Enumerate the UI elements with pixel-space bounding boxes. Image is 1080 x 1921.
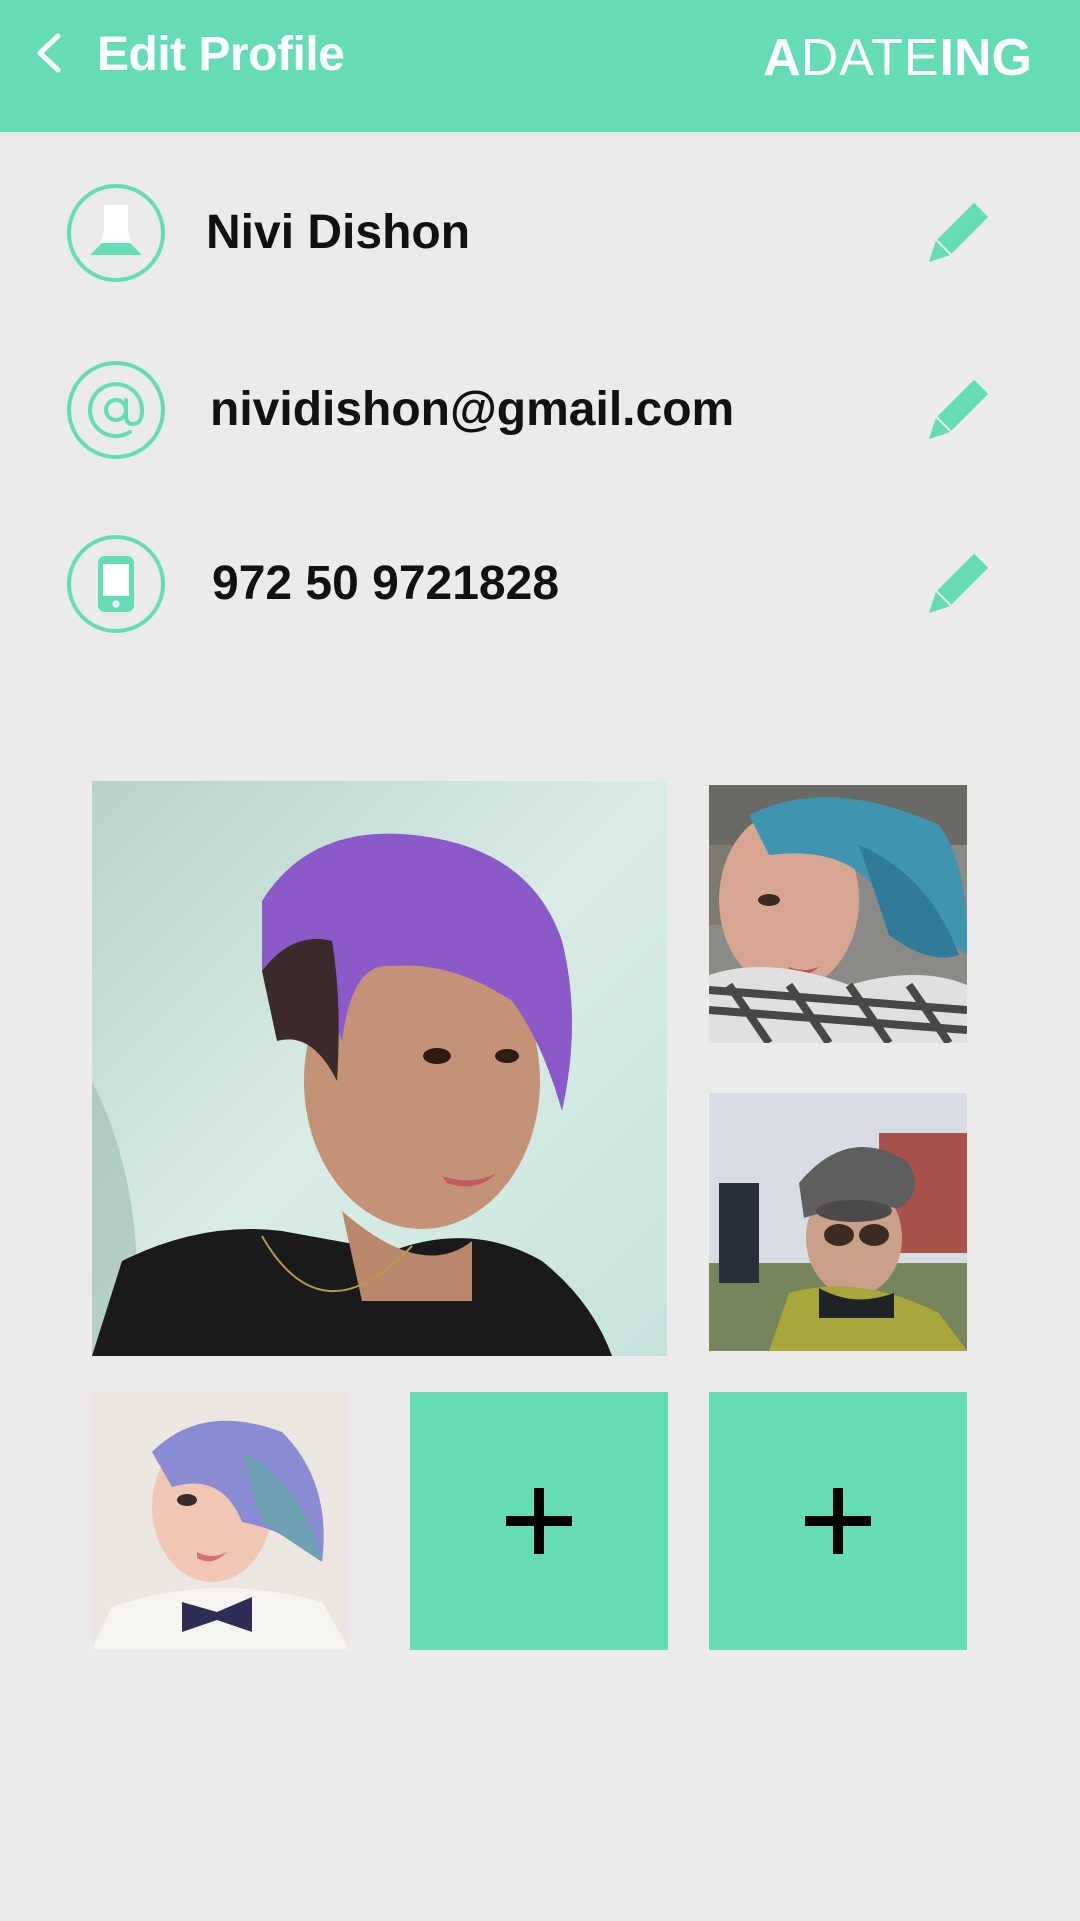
phone-field-row: 972 50 9721828 xyxy=(66,534,1006,634)
plus-icon xyxy=(506,1488,572,1554)
name-field-row: Nivi Dishon xyxy=(66,183,1006,283)
person-icon xyxy=(67,184,165,282)
at-sign-icon xyxy=(67,361,165,459)
pencil-icon xyxy=(928,202,989,263)
portrait-image xyxy=(92,781,667,1356)
portrait-image xyxy=(92,1392,349,1649)
plus-icon xyxy=(805,1488,871,1554)
portrait-image xyxy=(709,785,967,1043)
brand-logo: A DATE ING xyxy=(763,28,1032,88)
chevron-left-icon xyxy=(37,33,61,73)
edit-phone-button[interactable] xyxy=(920,552,990,622)
profile-photo-3[interactable] xyxy=(709,1093,967,1351)
email-field-row: nividishon@gmail.com xyxy=(66,360,1006,460)
profile-email: nividishon@gmail.com xyxy=(210,383,735,436)
profile-phone: 972 50 9721828 xyxy=(212,557,560,610)
edit-email-button[interactable] xyxy=(920,378,990,448)
portrait-image xyxy=(709,1093,967,1351)
profile-photo-4[interactable] xyxy=(92,1392,349,1649)
pencil-icon xyxy=(928,379,989,440)
profile-name: Nivi Dishon xyxy=(206,206,471,259)
brand-logo-part-ing: ING xyxy=(939,29,1032,87)
back-button[interactable] xyxy=(26,28,76,78)
brand-logo-part-date: DATE xyxy=(800,29,940,87)
pencil-icon xyxy=(928,553,989,614)
add-photo-button[interactable] xyxy=(410,1392,668,1650)
brand-logo-part-a: A xyxy=(763,29,801,87)
profile-photo-main[interactable] xyxy=(92,781,667,1356)
page-title: Edit Profile xyxy=(97,28,345,81)
add-photo-button[interactable] xyxy=(709,1392,967,1650)
profile-photo-2[interactable] xyxy=(709,785,967,1043)
mobile-phone-icon xyxy=(67,535,165,633)
edit-name-button[interactable] xyxy=(920,201,990,271)
app-header: Edit Profile A DATE ING xyxy=(0,0,1080,132)
